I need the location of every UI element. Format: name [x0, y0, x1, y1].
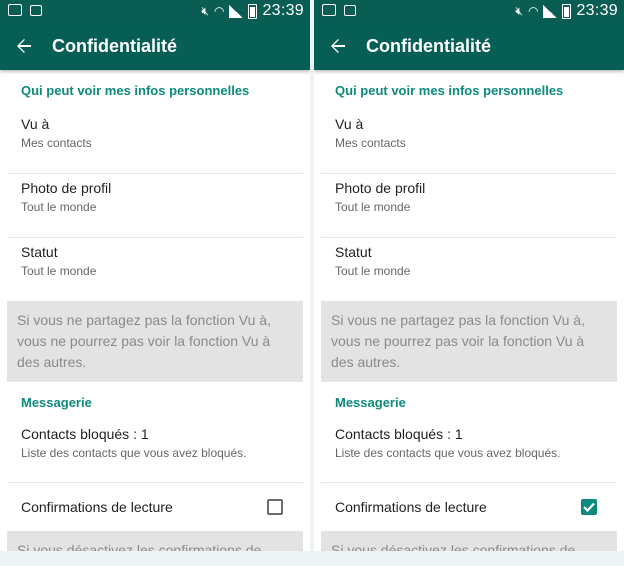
setting-read-receipts[interactable]: Confirmations de lecture: [0, 483, 310, 531]
voicemail-icon: [322, 4, 336, 16]
setting-label: Contacts bloqués : 1: [335, 426, 463, 442]
section-header-messaging: Messagerie: [335, 395, 406, 410]
bottom-strip: [0, 551, 624, 566]
read-receipts-checkbox[interactable]: [581, 499, 597, 515]
setting-label: Photo de profil: [335, 180, 426, 196]
setting-blocked-contacts[interactable]: Contacts bloqués : 1 Liste des contacts …: [314, 422, 624, 482]
setting-label: Photo de profil: [21, 180, 112, 196]
wifi-icon: ◠: [527, 4, 539, 18]
setting-label: Vu à: [21, 116, 50, 132]
setting-value: Mes contacts: [21, 136, 92, 150]
read-receipts-note: Si vous désactivez les confirmations de: [7, 531, 303, 551]
setting-label: Statut: [335, 244, 372, 260]
setting-last-seen[interactable]: Vu à Mes contacts: [314, 110, 624, 173]
setting-value: Liste des contacts que vous avez bloqués…: [335, 446, 561, 460]
setting-last-seen[interactable]: Vu à Mes contacts: [0, 110, 310, 173]
setting-label: Contacts bloqués : 1: [21, 426, 149, 442]
setting-label: Statut: [21, 244, 58, 260]
read-receipts-checkbox[interactable]: [267, 499, 283, 515]
read-receipts-note: Si vous désactivez les confirmations de: [321, 531, 617, 551]
wifi-icon: ◠: [213, 4, 225, 18]
setting-label: Vu à: [335, 116, 364, 132]
back-arrow-icon[interactable]: [314, 38, 362, 54]
mute-icon: 🔇︎: [201, 4, 209, 18]
setting-value: Liste des contacts que vous avez bloqués…: [21, 446, 247, 460]
setting-label: Confirmations de lecture: [21, 499, 173, 515]
image-icon: [30, 4, 42, 16]
status-bar: 🔇︎ ◠ 23:39: [314, 0, 624, 22]
setting-value: Tout le monde: [21, 264, 97, 278]
status-bar: 🔇︎ ◠ 23:39: [0, 0, 310, 22]
setting-profile-photo[interactable]: Photo de profil Tout le monde: [0, 174, 310, 237]
battery-icon: [248, 3, 258, 19]
signal-icon: [543, 4, 558, 18]
setting-value: Tout le monde: [335, 264, 411, 278]
page-title: Confidentialité: [52, 35, 177, 56]
section-header-personal: Qui peut voir mes infos personnelles: [335, 83, 564, 98]
signal-icon: [229, 4, 244, 18]
app-bar: Confidentialité: [0, 22, 310, 70]
battery-icon: [562, 3, 572, 19]
setting-value: Tout le monde: [21, 200, 97, 214]
setting-status[interactable]: Statut Tout le monde: [314, 238, 624, 301]
page-title: Confidentialité: [366, 35, 491, 56]
voicemail-icon: [8, 4, 22, 16]
back-arrow-icon[interactable]: [0, 38, 48, 54]
setting-blocked-contacts[interactable]: Contacts bloqués : 1 Liste des contacts …: [0, 422, 310, 482]
setting-status[interactable]: Statut Tout le monde: [0, 238, 310, 301]
screen-left: 🔇︎ ◠ 23:39 Confidentialité Qui peut voir…: [0, 0, 310, 551]
app-bar: Confidentialité: [314, 22, 624, 70]
setting-profile-photo[interactable]: Photo de profil Tout le monde: [314, 174, 624, 237]
setting-label: Confirmations de lecture: [335, 499, 487, 515]
status-time: 23:39: [262, 2, 304, 19]
last-seen-note: Si vous ne partagez pas la fonction Vu à…: [7, 301, 303, 382]
section-header-messaging: Messagerie: [21, 395, 92, 410]
setting-read-receipts[interactable]: Confirmations de lecture: [314, 483, 624, 531]
setting-value: Mes contacts: [335, 136, 406, 150]
status-time: 23:39: [576, 2, 618, 19]
mute-icon: 🔇︎: [515, 4, 523, 18]
setting-value: Tout le monde: [335, 200, 411, 214]
screen-right: 🔇︎ ◠ 23:39 Confidentialité Qui peut voir…: [314, 0, 624, 551]
last-seen-note: Si vous ne partagez pas la fonction Vu à…: [321, 301, 617, 382]
checkmark-icon: [583, 502, 595, 512]
section-header-personal: Qui peut voir mes infos personnelles: [21, 83, 250, 98]
image-icon: [344, 4, 356, 16]
